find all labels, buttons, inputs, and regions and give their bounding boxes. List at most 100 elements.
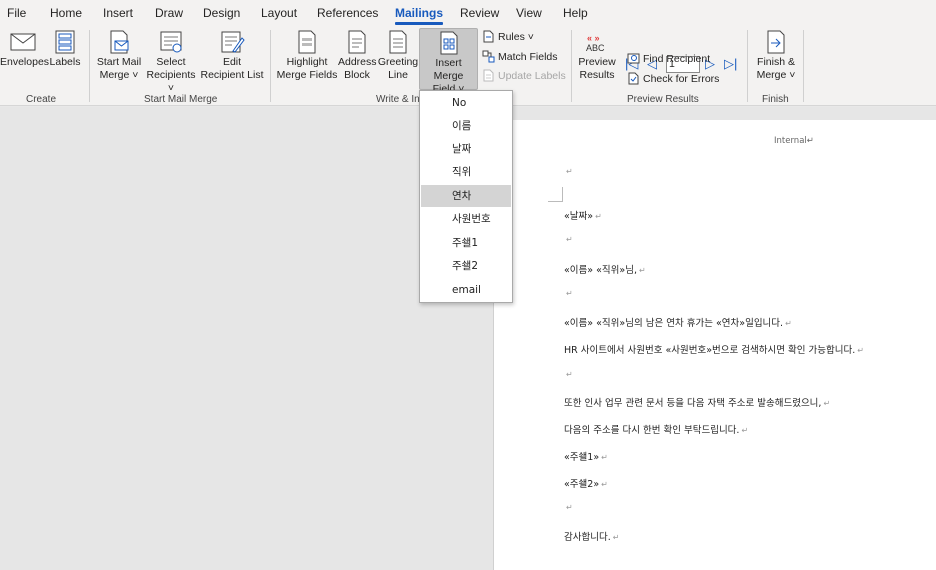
merge-field-option[interactable]: 주쇌2 (421, 255, 511, 277)
update-labels-label: Update Labels (498, 69, 566, 82)
document-line: «이름» «직위»님, ↵ (564, 265, 646, 276)
select-recipients-button[interactable]: Select Recipients ˅ (143, 30, 199, 95)
insert-merge-field-icon (440, 31, 457, 55)
labels-icon (55, 30, 75, 54)
rules-button[interactable]: Rules ˅ (482, 30, 534, 43)
document-line: 또한 인사 업무 관련 문서 등을 다음 자택 주소로 발송해드렸으니, ↵ (564, 398, 831, 409)
tab-home[interactable]: Home (50, 6, 82, 20)
envelopes-button[interactable]: Envelopes (0, 30, 50, 69)
tab-help[interactable]: Help (563, 6, 588, 20)
tab-draw[interactable]: Draw (155, 6, 183, 20)
group-separator (571, 30, 572, 102)
edit-recipient-list-button[interactable]: Edit Recipient List (200, 30, 264, 82)
preview-results-button[interactable]: « » ABC Preview Results (577, 30, 617, 82)
greeting-line-label-2: Line (388, 69, 408, 81)
address-block-icon (348, 30, 366, 54)
preview-results-label-1: Preview (578, 56, 616, 68)
select-recipients-label-2: Recipients ˅ (146, 69, 196, 94)
document-line: 감사합니다. ↵ (564, 532, 620, 543)
preview-results-icon: « » ABC (584, 30, 610, 54)
document-line: 다음의 주소를 다시 한번 확인 부탁드립니다. ↵ (564, 425, 749, 436)
insert-merge-field-label-1: Insert Merge (433, 57, 464, 82)
address-block-label-2: Block (344, 69, 370, 81)
document-line: ↵ (566, 289, 573, 298)
find-recipient-button[interactable]: Find Recipient (627, 52, 710, 65)
start-mail-merge-label-2: Merge ˅ (99, 69, 139, 81)
group-label-create: Create (26, 94, 57, 105)
rules-label: Rules ˅ (498, 30, 534, 43)
document-line: HR 사이트에서 사원번호 «사원번호»번으로 검색하시면 확인 가능합니다. ↵ (564, 345, 864, 356)
greeting-line-icon (389, 30, 407, 54)
group-label-write-insert: Write & In (376, 94, 420, 105)
rules-icon (483, 30, 494, 43)
merge-field-option[interactable]: 주쇌1 (421, 232, 511, 254)
tab-review[interactable]: Review (460, 6, 499, 20)
preview-results-label-2: Results (579, 69, 615, 81)
group-label-finish: Finish (762, 94, 789, 105)
document-line: «주쇌2» ↵ (564, 479, 608, 490)
merge-field-option[interactable]: 날짜 (421, 138, 511, 160)
document-line: «날짜» ↵ (564, 211, 602, 222)
match-fields-label: Match Fields (498, 50, 558, 63)
tab-insert[interactable]: Insert (103, 6, 133, 20)
envelopes-label: Envelopes (0, 56, 50, 68)
tab-view[interactable]: View (516, 6, 542, 20)
abc-text: ABC (586, 43, 605, 53)
match-fields-icon (482, 50, 495, 63)
find-recipient-icon (627, 53, 640, 64)
edit-recipient-list-label-2: Recipient List (200, 69, 264, 81)
tab-design[interactable]: Design (203, 6, 240, 20)
group-label-start-mail-merge: Start Mail Merge (144, 94, 218, 105)
check-errors-icon (628, 72, 639, 85)
merge-field-option[interactable]: 이름 (421, 115, 511, 137)
document-line: ↵ (566, 370, 573, 379)
merge-field-option[interactable]: 직위 (421, 161, 511, 183)
merge-field-option[interactable]: 사원번호 (421, 208, 511, 230)
labels-button[interactable]: Labels (48, 30, 82, 69)
finish-merge-label-1: Finish & (757, 56, 795, 68)
document-line: «주쇌1» ↵ (564, 452, 608, 463)
group-separator (270, 30, 271, 102)
start-mail-merge-icon (110, 30, 129, 54)
document-line: ↵ (566, 235, 573, 244)
match-fields-button[interactable]: Match Fields (482, 50, 558, 63)
insert-merge-field-button[interactable]: Insert Merge Field ˅ (419, 28, 478, 95)
envelope-icon (10, 33, 36, 51)
finish-merge-label-2: Merge ˅ (756, 69, 796, 81)
document-line: «이름» «직위»님의 남은 연차 휴가는 «연차»일입니다. ↵ (564, 318, 792, 329)
group-separator (747, 30, 748, 102)
find-recipient-label: Find Recipient (643, 52, 711, 65)
highlight-merge-fields-label-2: Merge Fields (276, 69, 338, 81)
tab-references[interactable]: References (317, 6, 378, 20)
finish-merge-button[interactable]: Finish & Merge ˅ (753, 30, 799, 82)
labels-label: Labels (49, 56, 81, 68)
greeting-line-button[interactable]: Greeting Line (377, 30, 419, 82)
address-block-button[interactable]: Address Block (338, 30, 377, 82)
update-labels-icon (483, 69, 494, 82)
tab-file[interactable]: File (7, 6, 26, 20)
start-mail-merge-label-1: Start Mail (96, 56, 142, 68)
merge-field-option-highlighted[interactable]: 연차 (421, 185, 511, 207)
select-recipients-label-1: Select (156, 56, 186, 68)
tab-layout[interactable]: Layout (261, 6, 297, 20)
highlight-merge-fields-button[interactable]: Highlight Merge Fields (276, 30, 338, 82)
highlight-merge-fields-label-1: Highlight (286, 56, 328, 68)
edit-recipient-list-label-1: Edit (222, 56, 242, 68)
finish-merge-icon (767, 30, 785, 54)
edit-list-icon (221, 31, 245, 53)
check-for-errors-label: Check for Errors (643, 72, 720, 85)
tab-mailings[interactable]: Mailings (395, 6, 444, 25)
last-record-icon[interactable]: ▷| (724, 57, 737, 70)
page-header: Internal↵ (774, 136, 814, 146)
update-labels-button[interactable]: Update Labels (482, 69, 566, 82)
start-mail-merge-button[interactable]: Start Mail Merge ˅ (95, 30, 143, 82)
group-separator (89, 30, 90, 102)
highlight-fields-icon (298, 30, 316, 54)
merge-field-option[interactable]: email (421, 279, 511, 301)
ribbon-tabs: File Home Insert Draw Design Layout Refe… (0, 0, 936, 26)
group-label-preview-results: Preview Results (627, 94, 699, 105)
select-recipients-icon (160, 31, 182, 53)
check-for-errors-button[interactable]: Check for Errors (627, 72, 719, 85)
merge-field-option[interactable]: No (421, 92, 511, 114)
insert-merge-field-dropdown: No 이름 날짜 직위 연차 사원번호 주쇌1 주쇌2 email (419, 90, 513, 303)
